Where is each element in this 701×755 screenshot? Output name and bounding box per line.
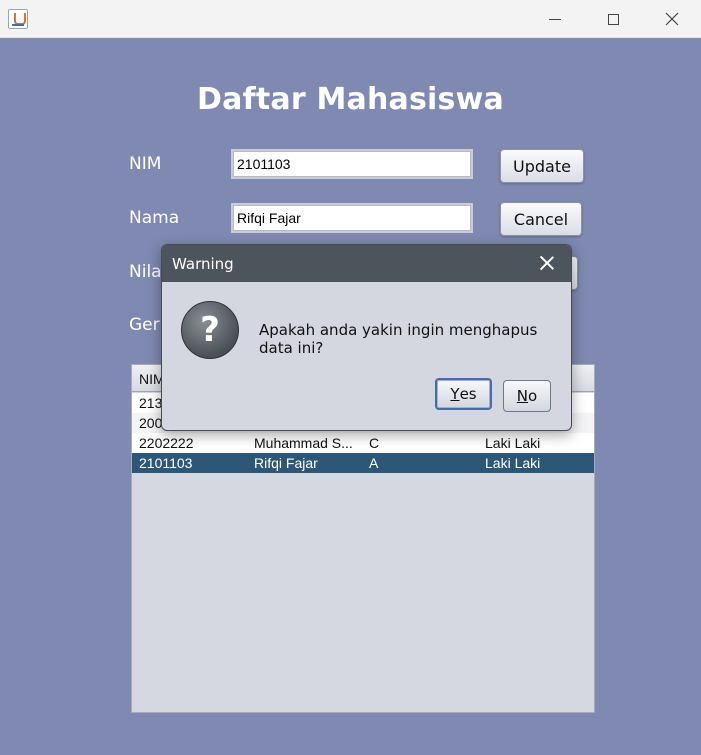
table-row-selected[interactable]: 2101103 Rifqi Fajar A Laki Laki — [132, 453, 594, 473]
close-icon — [665, 12, 679, 26]
cell-gender: Laki Laki — [485, 435, 541, 451]
yes-button[interactable]: Yes — [435, 378, 492, 410]
nim-label: NIM — [129, 154, 162, 174]
minimize-icon — [549, 18, 561, 20]
no-label: o — [528, 387, 538, 405]
no-mnemonic: N — [516, 387, 529, 405]
question-icon: ? — [181, 301, 239, 359]
dialog-titlebar[interactable]: Warning — [162, 245, 571, 282]
nama-field[interactable]: Rifqi Fajar — [231, 203, 473, 233]
update-button[interactable]: Update — [500, 149, 584, 183]
close-button[interactable] — [649, 5, 695, 33]
table-row[interactable]: 2202222 Muhammad S... C Laki Laki — [132, 433, 594, 453]
nim-field[interactable]: 2101103 — [231, 149, 473, 179]
yes-label: es — [459, 385, 477, 403]
cell-nim: 2202222 — [139, 435, 194, 451]
cell-nilai: A — [369, 455, 379, 471]
page-title: Daftar Mahasiswa — [197, 82, 504, 117]
cell-nama: Muhammad S... — [254, 435, 353, 451]
cell-gender: Laki Laki — [485, 455, 541, 471]
yes-mnemonic: Y — [450, 385, 460, 403]
cell-nama: Rifqi Fajar — [254, 455, 318, 471]
maximize-icon — [607, 13, 619, 25]
gender-label: Ger — [129, 315, 160, 335]
close-icon[interactable] — [538, 254, 556, 272]
dialog-title: Warning — [172, 255, 234, 273]
cell-nim: 2101103 — [139, 455, 193, 471]
cell-nilai: C — [369, 435, 380, 451]
cell-nim: 200 — [139, 415, 163, 431]
warning-dialog: Warning ? Apakah anda yakin ingin mengha… — [161, 244, 572, 431]
maximize-button[interactable] — [590, 5, 636, 33]
java-cup-icon[interactable] — [8, 9, 28, 29]
dialog-message: Apakah anda yakin ingin menghapus data i… — [259, 321, 538, 357]
cell-nim: 213 — [139, 395, 163, 411]
window-titlebar — [0, 0, 701, 38]
nama-label: Nama — [129, 208, 180, 228]
cancel-button[interactable]: Cancel — [500, 202, 582, 236]
no-button[interactable]: No — [503, 380, 551, 412]
nilai-label: Nila — [129, 262, 162, 282]
minimize-button[interactable] — [532, 5, 578, 33]
